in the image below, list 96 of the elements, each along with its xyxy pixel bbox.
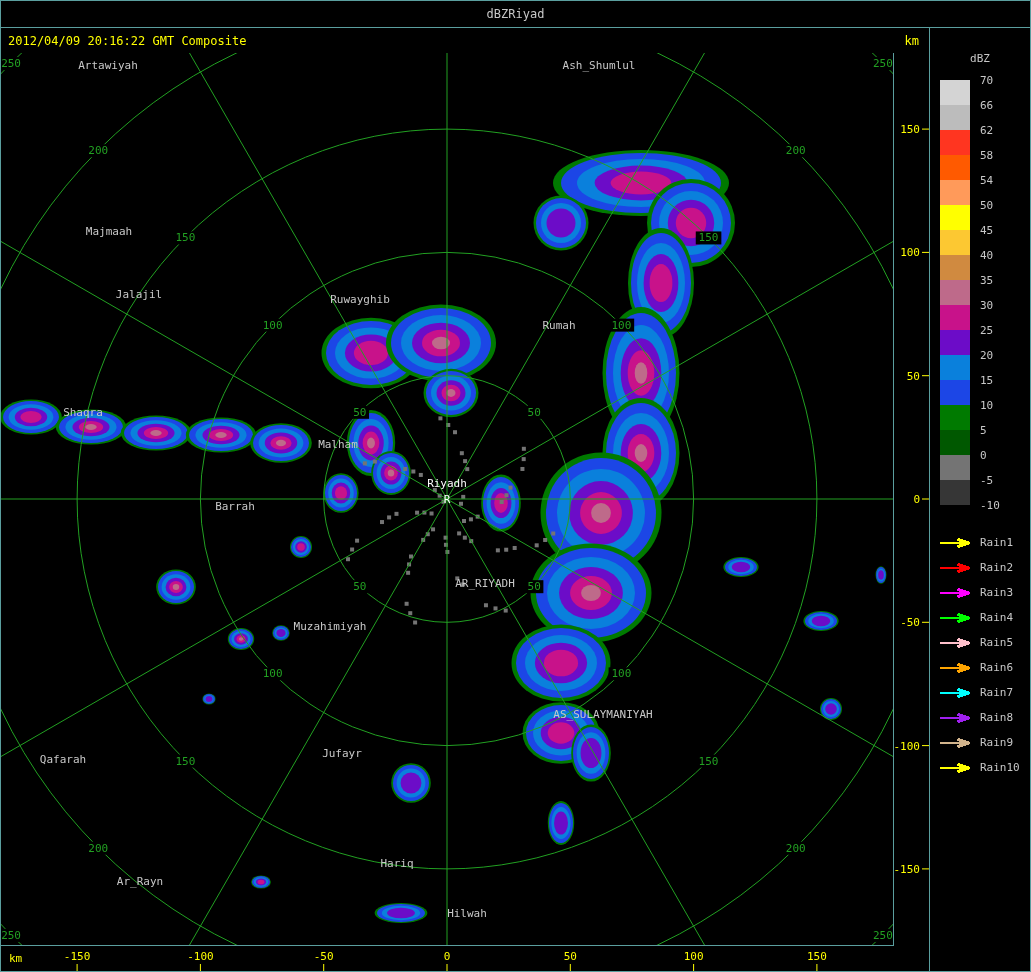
axis-tick-label: -50 [900, 616, 920, 630]
range-ring-label: 150 [698, 754, 719, 768]
legend-scale-label: 30 [980, 298, 995, 314]
axis-tick-label: -50 [313, 950, 334, 963]
legend-scale-label: 20 [980, 348, 995, 364]
track-label: Rain7 [980, 686, 1014, 699]
track-label: Rain3 [980, 586, 1014, 599]
range-ring-label: 250 [1, 928, 21, 942]
unit-label: km [904, 33, 919, 48]
range-ring-label: 200 [88, 144, 109, 158]
place-label: Hilwah [447, 907, 487, 920]
place-label: Artawiyah [78, 59, 138, 72]
range-ring-label: 100 [262, 667, 283, 681]
tick-mark [921, 498, 929, 500]
range-ring-label: 250 [873, 57, 893, 71]
axis-tick-label: -150 [63, 950, 91, 963]
legend-scale-label: 40 [980, 248, 995, 264]
place-label: Ar_Rayn [116, 875, 164, 888]
axis-tick-label: -150 [894, 862, 920, 876]
axis-tick-label: 0 [443, 950, 451, 963]
range-ring-label: 50 [527, 580, 541, 594]
legend-unit-label: dBZ [969, 52, 991, 67]
place-label: Ash_Shumlul [562, 59, 636, 72]
track-label: Rain2 [980, 561, 1014, 574]
place-label: Rumah [542, 319, 576, 332]
track-label: Rain1 [980, 536, 1014, 549]
tick-mark [921, 745, 929, 747]
legend-scale-label: 35 [980, 273, 995, 289]
range-ring-label: 150 [698, 231, 719, 245]
legend-scale-label: 10 [980, 398, 995, 414]
radar-site-mark: R [443, 493, 451, 506]
axis-tick-label: 100 [683, 950, 704, 963]
range-ring-label: 200 [785, 841, 806, 855]
range-ring-label: 150 [175, 231, 196, 245]
legend-scale-label: 15 [980, 373, 995, 389]
legend-scale-label: 58 [980, 148, 995, 164]
axis-tick-label: -100 [187, 950, 214, 963]
tick-mark [323, 963, 325, 971]
track-label: Rain10 [980, 761, 1020, 774]
track-label: Rain6 [980, 661, 1014, 674]
legend-scale-label: 0 [980, 448, 988, 464]
tick-mark [921, 375, 929, 377]
axis-tick-label: 0 [913, 493, 920, 506]
place-label: Hariq [380, 857, 414, 870]
tick-mark [921, 621, 929, 623]
legend-scale-label: 50 [980, 198, 995, 214]
range-ring-label: 250 [1, 57, 21, 71]
axis-tick-label: 100 [900, 246, 920, 260]
range-ring-label: 50 [527, 405, 541, 419]
legend-scale-label: -5 [980, 473, 995, 489]
axis-tick-label: 50 [563, 950, 577, 963]
place-label: Barrah [215, 500, 255, 513]
range-ring-label: 50 [353, 405, 367, 419]
range-ring-label: 100 [611, 667, 632, 681]
range-ring-label: 150 [175, 754, 196, 768]
range-ring-label: 100 [611, 318, 632, 332]
axis-tick-label: 150 [806, 950, 827, 963]
place-label: Ruwayghib [330, 293, 390, 306]
legend-scale-label: 66 [980, 98, 995, 114]
place-label: Qafarah [39, 753, 87, 766]
tick-mark [921, 868, 929, 870]
place-label: Majmaah [85, 225, 133, 238]
axis-tick-label: 150 [900, 123, 920, 137]
tick-mark [569, 963, 571, 971]
radar-site-label: Riyadh [427, 477, 467, 490]
track-label: Rain5 [980, 636, 1014, 649]
legend-scale-label: -10 [980, 498, 1000, 514]
place-label: Muzahimiyah [293, 620, 367, 633]
window-title: dBZRiyad [486, 7, 545, 21]
place-label: Jalajil [115, 288, 163, 301]
range-ring-label: 250 [873, 928, 893, 942]
legend-scale-label: 70 [980, 73, 995, 89]
tick-mark [816, 963, 818, 971]
timestamp-label: 2012/04/09 20:16:22 GMT Composite [8, 33, 247, 48]
axis-unit-label: km [9, 952, 23, 965]
legend-scale-label: 45 [980, 223, 995, 239]
range-ring-label: 200 [88, 841, 109, 855]
track-label: Rain9 [980, 736, 1014, 749]
place-label: Jufayr [322, 747, 362, 760]
tick-mark [199, 963, 201, 971]
range-ring-label: 200 [785, 144, 806, 158]
axis-tick-label: 50 [906, 369, 920, 383]
range-ring-label: 100 [262, 318, 283, 332]
axis-tick-label: -100 [894, 739, 920, 753]
tick-mark [446, 963, 448, 971]
tick-mark [921, 251, 929, 253]
tick-mark [76, 963, 78, 971]
legend-scale-label: 54 [980, 173, 995, 189]
legend-scale-label: 5 [980, 423, 988, 439]
legend-scale-label: 25 [980, 323, 995, 339]
tick-mark [921, 128, 929, 130]
legend-scale-label: 62 [980, 123, 995, 139]
track-label: Rain8 [980, 711, 1014, 724]
range-ring-label: 50 [353, 580, 367, 594]
track-label: Rain4 [980, 611, 1014, 624]
tick-mark [693, 963, 695, 971]
